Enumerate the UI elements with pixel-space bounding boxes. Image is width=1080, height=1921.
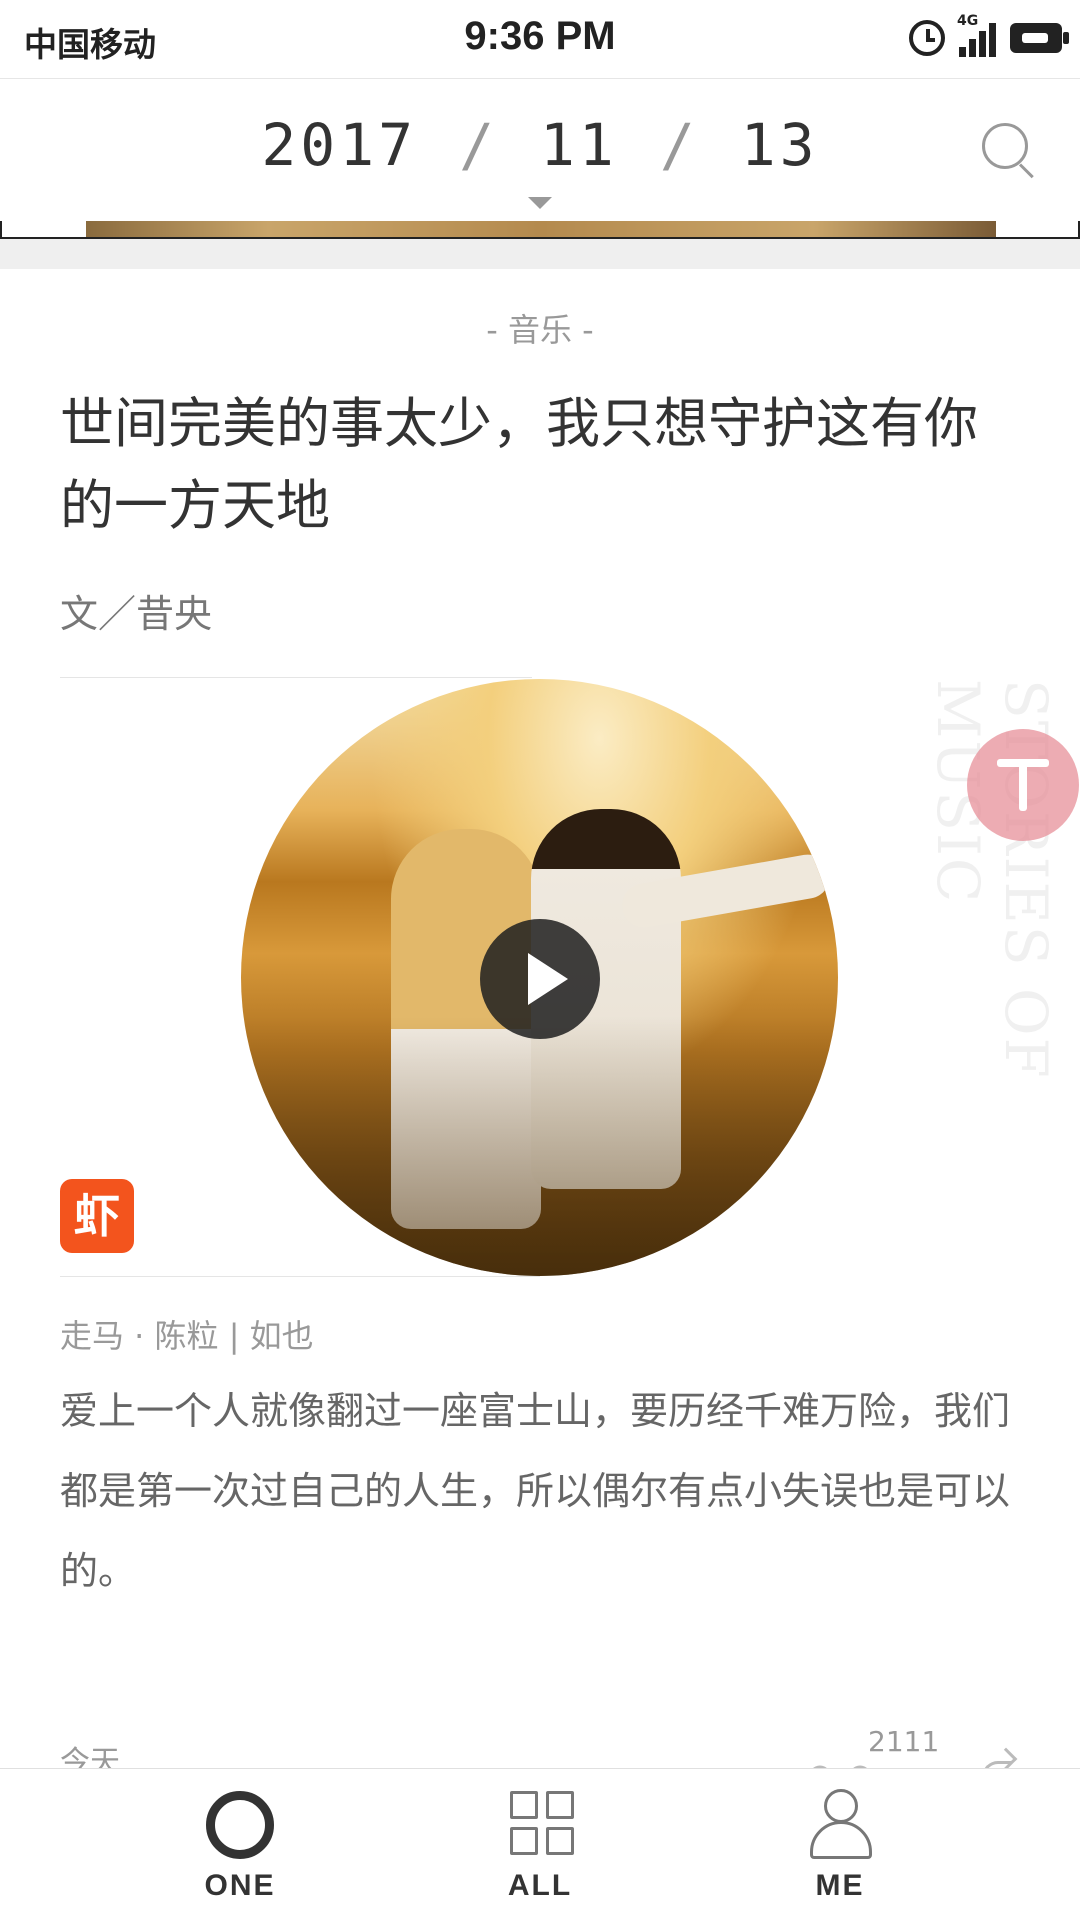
- xiami-icon[interactable]: 虾: [60, 1179, 134, 1253]
- network-type: 4G: [957, 13, 979, 29]
- like-icon[interactable]: [804, 1751, 876, 1769]
- status-bar: 中国移动 9:36 PM 4G: [0, 0, 1080, 79]
- me-icon: [808, 1789, 874, 1859]
- nav-me-label: ME: [815, 1869, 865, 1902]
- date-picker[interactable]: 2017 / 11 / 13: [0, 111, 1080, 179]
- card-footer: 今天 2111: [0, 1725, 1080, 1769]
- article-title[interactable]: 世间完美的事太少，我只想守护这有你的一方天地: [60, 383, 1030, 547]
- scroll-top-button[interactable]: [967, 729, 1079, 841]
- battery-icon: [1010, 23, 1069, 53]
- music-card[interactable]: - 音乐 - 世间完美的事太少，我只想守护这有你的一方天地 文／昔央 STORI…: [0, 269, 1080, 1769]
- date-separator: /: [659, 111, 699, 179]
- nav-all-label: ALL: [507, 1869, 573, 1902]
- date-month: 11: [540, 111, 618, 179]
- divider-top: [60, 677, 532, 678]
- category-label: - 音乐 -: [486, 311, 594, 349]
- play-button[interactable]: [480, 919, 600, 1039]
- signal-icon: 4G: [957, 13, 996, 57]
- date-day: 13: [740, 111, 819, 179]
- date-header: 2017 / 11 / 13: [0, 79, 1080, 221]
- search-icon[interactable]: [982, 123, 1038, 179]
- nav-all[interactable]: ALL: [470, 1787, 610, 1907]
- nav-one[interactable]: ONE: [170, 1787, 310, 1907]
- chevron-down-icon[interactable]: [528, 197, 552, 209]
- play-icon: [528, 953, 568, 1005]
- bottom-nav: ONE ALL ME: [0, 1768, 1080, 1921]
- article-author: 文／昔央: [60, 592, 213, 636]
- status-icons: 4G: [909, 13, 1069, 60]
- alarm-icon: [909, 20, 945, 56]
- divider-bottom: [60, 1276, 540, 1277]
- nav-one-label: ONE: [204, 1869, 276, 1902]
- song-info: 走马 · 陈粒 | 如也: [60, 1317, 314, 1355]
- like-count: 2111: [868, 1725, 940, 1758]
- previous-card-edge: [0, 221, 1080, 239]
- share-icon[interactable]: [982, 1747, 1018, 1769]
- one-icon: [206, 1791, 274, 1859]
- nav-me[interactable]: ME: [770, 1787, 910, 1907]
- date-label: 今天: [60, 1745, 120, 1769]
- article-excerpt: 爱上一个人就像翻过一座富士山，要历经千难万险，我们都是第一次过自己的人生，所以偶…: [60, 1389, 1011, 1593]
- date-separator: /: [459, 111, 498, 179]
- all-icon: [510, 1791, 576, 1857]
- date-year: 2017: [261, 111, 418, 179]
- card-gap: [0, 239, 1080, 269]
